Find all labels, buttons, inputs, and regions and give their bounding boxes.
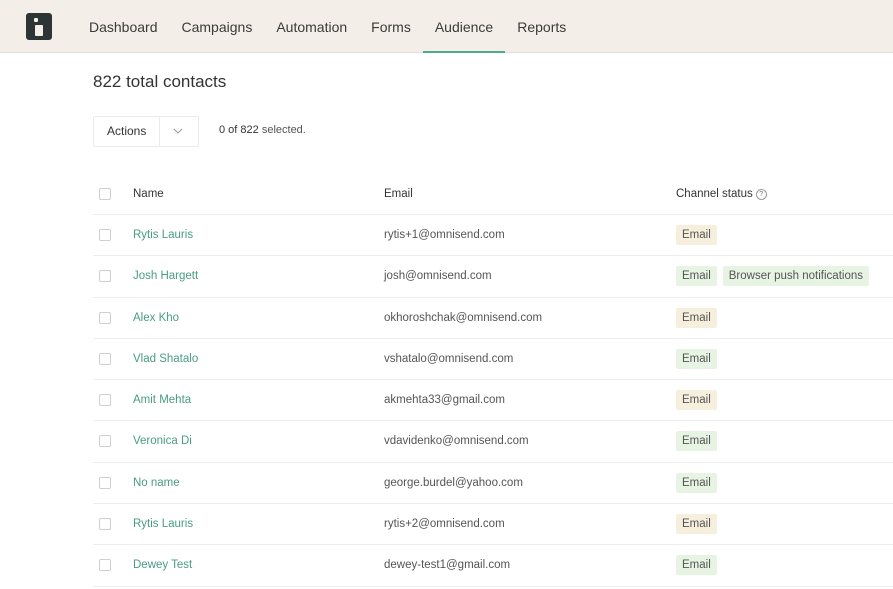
logo-dot [34, 18, 38, 22]
row-checkbox[interactable] [99, 476, 111, 489]
table-row[interactable]: Rytis Lauris rytis+2@omnisend.com Email [93, 504, 893, 546]
actions-separator [159, 117, 160, 146]
page-title: 822 total contacts [93, 72, 227, 91]
row-checkbox[interactable] [99, 229, 111, 241]
contact-name-link[interactable]: Alex Kho [133, 298, 179, 339]
contact-name-link[interactable]: Rytis Lauris [133, 215, 193, 256]
channel-status-cell: Email [676, 555, 717, 576]
email-channel-badge: Email [676, 431, 717, 452]
email-channel-badge: Email [676, 348, 717, 369]
contact-name-link[interactable]: Josh Hargett [133, 256, 198, 297]
row-checkbox[interactable] [99, 311, 111, 324]
contact-name-link[interactable]: Dewey Test [133, 545, 192, 586]
contact-name-link[interactable]: Amit Mehta [133, 380, 191, 421]
contact-email: rytis+2@omnisend.com [384, 518, 505, 531]
email-channel-badge: Email [676, 514, 717, 535]
table-row[interactable]: No name george.burdel@yahoo.com Email [93, 463, 893, 505]
row-checkbox[interactable] [99, 394, 111, 407]
contact-email: okhoroshchak@omnisend.com [384, 311, 543, 324]
chevron-down-icon[interactable] [172, 125, 184, 137]
selection-count-suffix: selected. [261, 124, 306, 136]
nav-item-reports[interactable]: Reports [505, 0, 578, 53]
email-channel-badge: Email [676, 472, 717, 493]
channel-status-cell: Email [676, 431, 717, 452]
actions-label: Actions [107, 124, 147, 138]
email-channel-badge: Email [676, 390, 717, 411]
contact-email: vshatalo@omnisend.com [384, 352, 514, 365]
row-checkbox[interactable] [99, 352, 111, 365]
contact-email: rytis+1@omnisend.com [384, 229, 505, 241]
top-navigation-bar: Dashboard Campaigns Automation Forms Audienc… [0, 0, 893, 53]
table-header-row: Name Email Channel status? [93, 174, 893, 215]
email-channel-badge: Email [676, 307, 717, 328]
nav-item-forms[interactable]: Forms [359, 0, 423, 53]
channel-status-column-header: Channel status? [676, 174, 767, 215]
nav-item-dashboard[interactable]: Dashboard [77, 0, 170, 53]
name-column-header[interactable]: Name [133, 174, 164, 215]
table-body: Rytis Lauris rytis+1@omnisend.com Email Jos… [93, 215, 893, 587]
table-row[interactable]: Rytis Lauris rytis+1@omnisend.com Email [93, 215, 893, 257]
channel-status-label: Channel status [676, 188, 753, 200]
email-column-header[interactable]: Email [384, 174, 413, 215]
table-row[interactable]: Alex Kho okhoroshchak@omnisend.com Email [93, 298, 893, 339]
selection-count-value: 0 of 822 [219, 124, 259, 136]
logo-bar [35, 25, 43, 36]
contact-name-link[interactable]: Vlad Shatalo [133, 339, 198, 380]
push-channel-badge: Browser push notifications [722, 266, 869, 287]
omnisend-logo-icon[interactable] [26, 13, 52, 40]
table-row[interactable]: Dewey Test dewey-test1@gmail.com Email [93, 545, 893, 587]
row-checkbox[interactable] [99, 518, 111, 531]
contact-name-link[interactable]: Veronica Di [133, 421, 192, 462]
email-channel-badge: Email [676, 266, 717, 287]
channel-status-cell: Email [676, 307, 717, 328]
contact-email: akmehta33@gmail.com [384, 394, 505, 407]
email-channel-badge: Email [676, 555, 717, 576]
channel-status-cell: Email [676, 225, 717, 245]
channel-status-cell: Email [676, 348, 717, 369]
table-row[interactable]: Veronica Di vdavidenko@omnisend.com Email [93, 421, 893, 463]
nav-item-audience[interactable]: Audience [422, 0, 506, 53]
contact-email: vdavidenko@omnisend.com [384, 435, 529, 448]
nav-item-campaigns[interactable]: Campaigns [170, 0, 265, 53]
table-row[interactable]: Vlad Shatalo vshatalo@omnisend.com Email [93, 339, 893, 381]
nav-item-automation[interactable]: Automation [264, 0, 359, 53]
contact-name-link[interactable]: Rytis Lauris [133, 504, 193, 545]
contact-name-link[interactable]: No name [133, 463, 180, 504]
channel-status-cell: Email [676, 514, 717, 535]
contact-email: josh@omnisend.com [384, 270, 492, 283]
select-all-checkbox[interactable] [99, 188, 111, 200]
contacts-table: Name Email Channel status? Rytis Lauris r… [93, 174, 893, 587]
row-checkbox[interactable] [99, 270, 111, 283]
contact-email: george.burdel@yahoo.com [384, 476, 523, 489]
row-checkbox[interactable] [99, 435, 111, 448]
email-channel-badge: Email [676, 225, 717, 245]
selection-count: 0 of 822 selected. [219, 124, 306, 136]
table-row[interactable]: Josh Hargett josh@omnisend.com Email Browse… [93, 256, 893, 298]
main-nav: Dashboard Campaigns Automation Forms Audienc… [77, 0, 578, 53]
channel-status-cell: Email [676, 472, 717, 493]
contact-email: dewey-test1@gmail.com [384, 559, 511, 572]
channel-status-cell: Email [676, 390, 717, 411]
channel-status-cell: Email Browser push notifications [676, 266, 869, 287]
row-checkbox[interactable] [99, 559, 111, 572]
help-icon[interactable]: ? [755, 189, 767, 200]
actions-dropdown[interactable]: Actions [93, 116, 199, 147]
table-row[interactable]: Amit Mehta akmehta33@gmail.com Email [93, 380, 893, 422]
